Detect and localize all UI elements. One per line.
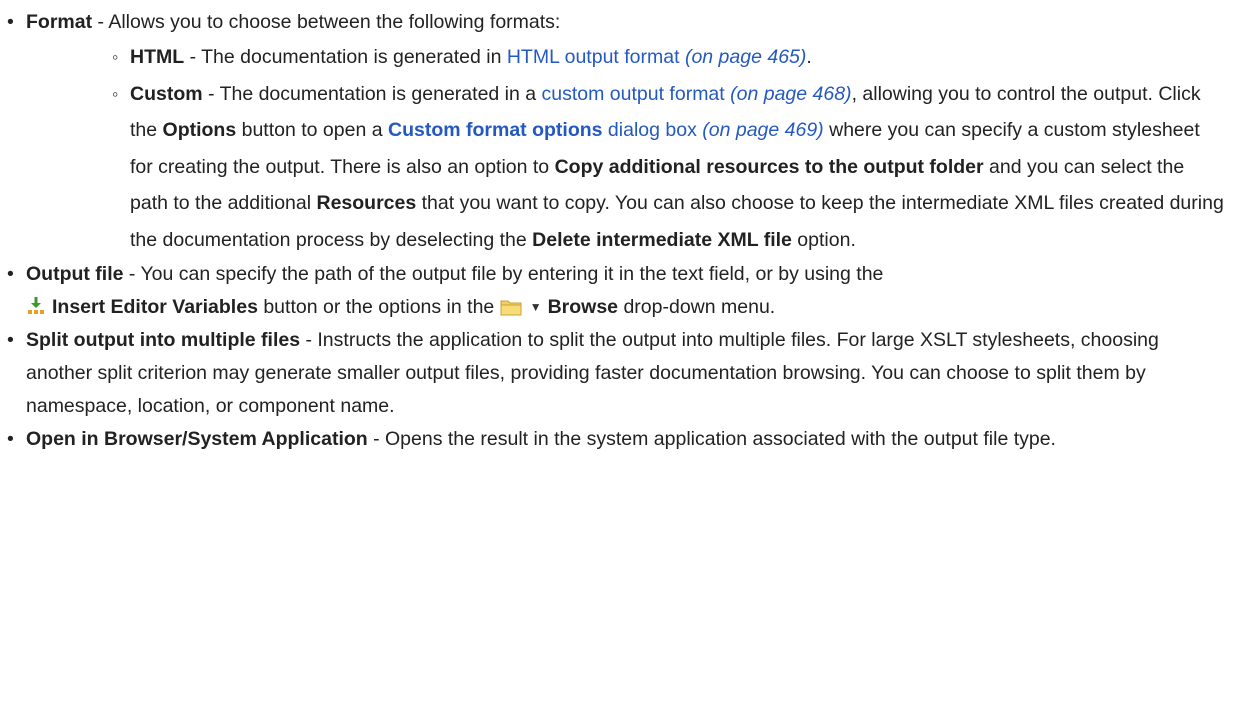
custom-format-options-bold: Custom format options bbox=[388, 119, 603, 141]
list-item-format: Format - Allows you to choose between th… bbox=[6, 6, 1224, 258]
folder-icon bbox=[500, 298, 522, 316]
document-body: Format - Allows you to choose between th… bbox=[0, 0, 1234, 456]
custom-text-7: option. bbox=[791, 228, 856, 251]
options-list: Format - Allows you to choose between th… bbox=[6, 6, 1224, 456]
format-desc: - Allows you to choose between the follo… bbox=[92, 11, 561, 33]
options-term: Options bbox=[162, 119, 237, 141]
resources-term: Resources bbox=[316, 192, 417, 214]
output-file-text-2: button or the options in the bbox=[257, 296, 500, 318]
custom-term: Custom bbox=[130, 82, 203, 105]
list-item-split-output: Split output into multiple files - Instr… bbox=[6, 324, 1224, 423]
open-term: Open in Browser/System Application bbox=[26, 428, 368, 450]
html-output-format-link[interactable]: HTML output format bbox=[507, 46, 680, 68]
list-item-custom: Custom - The documentation is generated … bbox=[112, 76, 1224, 259]
html-term: HTML bbox=[130, 46, 185, 68]
insert-editor-variables-term: Insert Editor Variables bbox=[52, 296, 258, 318]
output-file-term: Output file bbox=[26, 263, 124, 285]
format-term: Format bbox=[26, 11, 93, 33]
custom-format-options-rest: dialog box bbox=[602, 119, 697, 141]
html-text-end: . bbox=[806, 46, 812, 68]
browse-term: Browse bbox=[547, 296, 619, 318]
custom-text-1: - The documentation is generated in a bbox=[202, 82, 542, 105]
html-page-ref[interactable]: (on page 465) bbox=[685, 46, 806, 68]
split-term: Split output into multiple files bbox=[26, 329, 301, 351]
custom-page-ref-2[interactable]: (on page 469) bbox=[702, 119, 823, 141]
dropdown-caret-icon: ▼ bbox=[529, 300, 542, 314]
delete-xml-term: Delete intermediate XML file bbox=[532, 228, 792, 251]
list-item-output-file: Output file - You can specify the path o… bbox=[6, 258, 1224, 324]
output-file-text-3: drop-down menu. bbox=[618, 296, 776, 318]
copy-resources-term: Copy additional resources to the output … bbox=[554, 155, 984, 178]
output-file-text-1: - You can specify the path of the output… bbox=[123, 263, 884, 285]
format-sublist: HTML - The documentation is generated in… bbox=[112, 39, 1224, 258]
custom-page-ref-1[interactable]: (on page 468) bbox=[730, 83, 851, 105]
list-item-open-in-browser: Open in Browser/System Application - Ope… bbox=[6, 423, 1224, 456]
custom-format-options-link[interactable]: Custom format options dialog box bbox=[388, 119, 697, 141]
list-item-html: HTML - The documentation is generated in… bbox=[112, 39, 1224, 76]
html-text: - The documentation is generated in bbox=[184, 46, 507, 68]
custom-text-3: button to open a bbox=[236, 119, 388, 141]
open-desc: - Opens the result in the system applica… bbox=[367, 428, 1056, 450]
insert-editor-variables-icon bbox=[26, 296, 46, 316]
custom-output-format-link[interactable]: custom output format bbox=[542, 83, 725, 105]
